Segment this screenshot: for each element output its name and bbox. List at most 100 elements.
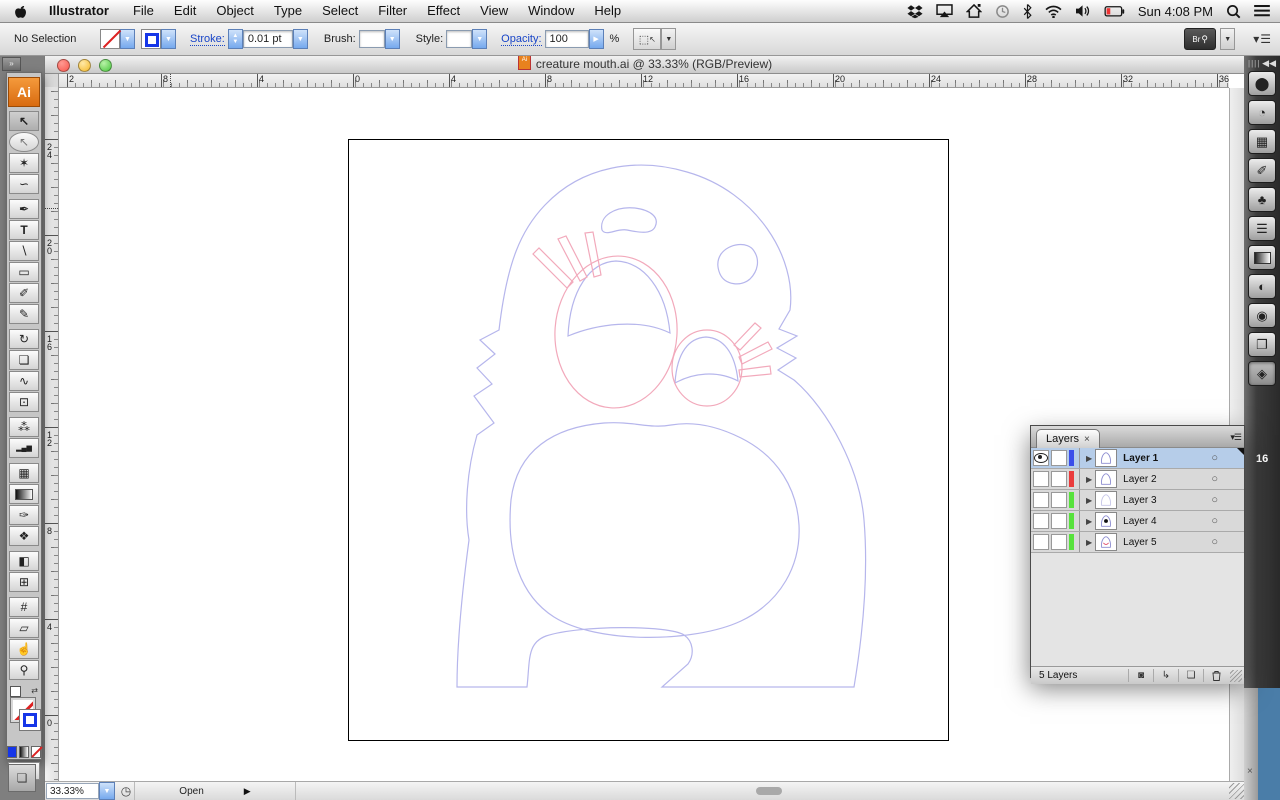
swatches-panel-button[interactable]: ▦: [1248, 129, 1276, 154]
color-guide-panel-button[interactable]: ◔: [1248, 100, 1276, 125]
spotlight-icon[interactable]: [1226, 4, 1241, 19]
layer-name[interactable]: Layer 4: [1123, 516, 1211, 527]
window-resize-grip[interactable]: [1229, 783, 1245, 799]
expand-triangle-icon[interactable]: ▶: [1086, 475, 1092, 484]
menu-list-icon[interactable]: [1254, 5, 1270, 17]
visibility-toggle[interactable]: [1033, 534, 1049, 550]
menu-select[interactable]: Select: [312, 0, 368, 22]
menu-effect[interactable]: Effect: [417, 0, 470, 22]
symbols-panel-button[interactable]: ♣: [1248, 187, 1276, 212]
layer-row[interactable]: ▶ Layer 2 ○: [1031, 469, 1244, 490]
swap-fill-stroke-icon[interactable]: ⇄: [31, 686, 38, 695]
stroke-weight-field[interactable]: 0.01 pt: [242, 30, 293, 48]
wifi-icon[interactable]: [1045, 5, 1062, 18]
toolbar-collapse-tab[interactable]: »: [2, 57, 21, 71]
stroke-weight-dropdown[interactable]: ▼: [292, 29, 308, 49]
zoom-level-dropdown[interactable]: ▼: [99, 782, 115, 800]
stroke-panel-button[interactable]: ☰: [1248, 216, 1276, 241]
selection-tool-button[interactable]: ↖: [9, 111, 39, 131]
warp-tool-button[interactable]: ∿: [9, 371, 39, 391]
pencil-tool-button[interactable]: ✎: [9, 304, 39, 324]
layer-name[interactable]: Layer 2: [1123, 474, 1211, 485]
dock-header[interactable]: |||| ◀◀: [1244, 55, 1280, 71]
type-tool-button[interactable]: T: [9, 220, 39, 240]
menu-object[interactable]: Object: [206, 0, 264, 22]
gradient-button[interactable]: [19, 746, 29, 758]
status-clock-icon[interactable]: ◷: [118, 783, 134, 799]
transparency-panel-button[interactable]: ◐: [1248, 274, 1276, 299]
select-similar-dropdown[interactable]: ▼: [661, 28, 677, 50]
scale-tool-button[interactable]: ❏: [9, 350, 39, 370]
none-button[interactable]: [31, 746, 41, 758]
rotate-tool-button[interactable]: ↻: [9, 329, 39, 349]
collapsed-panel-button[interactable]: ❏: [8, 764, 36, 792]
layer-row[interactable]: ▶ Layer 3 ○: [1031, 490, 1244, 511]
pen-tool-button[interactable]: ✒: [9, 199, 39, 219]
lock-toggle[interactable]: [1051, 450, 1067, 466]
menu-filter[interactable]: Filter: [368, 0, 417, 22]
volume-icon[interactable]: [1075, 4, 1091, 18]
expand-triangle-icon[interactable]: ▶: [1086, 454, 1092, 463]
stroke-swatch[interactable]: [141, 29, 161, 49]
live-paint-bucket-tool-button[interactable]: ◧: [9, 551, 39, 571]
style-select[interactable]: [446, 30, 473, 48]
stroke-weight-stepper[interactable]: ▲ ▼: [227, 29, 243, 49]
expand-triangle-icon[interactable]: ▶: [1086, 538, 1092, 547]
free-transform-tool-button[interactable]: ⊡: [9, 392, 39, 412]
layer-thumbnail[interactable]: [1095, 533, 1118, 551]
stroke-label[interactable]: Stroke:: [190, 33, 225, 46]
menu-help[interactable]: Help: [584, 0, 631, 22]
layers-empty-area[interactable]: [1031, 553, 1244, 667]
style-dropdown[interactable]: ▼: [472, 29, 488, 49]
layer-name[interactable]: Layer 5: [1123, 537, 1211, 548]
fill-swatch[interactable]: [100, 29, 120, 49]
target-circle[interactable]: ○: [1211, 494, 1218, 506]
horizontal-ruler[interactable]: 2 8 4 0 4 8 12 16 20 24 28 32 36: [59, 74, 1229, 88]
brush-select[interactable]: [358, 30, 385, 48]
new-sublayer-button[interactable]: ↳: [1153, 669, 1178, 682]
layers-tab[interactable]: Layers ×: [1036, 429, 1100, 448]
gradient-panel-button[interactable]: [1248, 245, 1276, 270]
menu-view[interactable]: View: [470, 0, 518, 22]
go-to-bridge-button[interactable]: Br ⚲: [1184, 28, 1217, 50]
tab-close-icon[interactable]: ×: [1084, 434, 1090, 445]
stroke-color-swatch[interactable]: [19, 709, 41, 731]
select-similar-button[interactable]: ⬚ ↖: [633, 28, 662, 50]
dropbox-icon[interactable]: [907, 4, 923, 19]
visibility-toggle[interactable]: [1033, 471, 1049, 487]
apple-menu[interactable]: [0, 4, 39, 19]
layer-thumbnail[interactable]: [1095, 491, 1118, 509]
layer-name[interactable]: Layer 1: [1123, 453, 1211, 464]
color-panel-button[interactable]: ⬤: [1248, 71, 1276, 96]
default-fill-stroke-icon[interactable]: [10, 686, 21, 697]
layer-thumbnail[interactable]: [1095, 449, 1118, 467]
layer-row[interactable]: ▶ Layer 1 ○: [1031, 448, 1244, 469]
airplay-icon[interactable]: [936, 4, 953, 18]
brush-dropdown[interactable]: ▼: [384, 29, 400, 49]
paintbrush-tool-button[interactable]: ✐: [9, 283, 39, 303]
expand-triangle-icon[interactable]: ▶: [1086, 517, 1092, 526]
layer-thumbnail[interactable]: [1095, 512, 1118, 530]
lock-toggle[interactable]: [1051, 513, 1067, 529]
layers-panel-header[interactable]: Layers × ▾☰: [1031, 426, 1244, 448]
lock-toggle[interactable]: [1051, 471, 1067, 487]
layer-thumbnail[interactable]: [1095, 470, 1118, 488]
delete-layer-button[interactable]: [1203, 669, 1228, 682]
menu-clock[interactable]: Sun 4:08 PM: [1138, 4, 1213, 19]
horizontal-scrollbar[interactable]: [296, 782, 1229, 800]
vertical-ruler[interactable]: 24 20 16 12 8 4 0: [45, 87, 59, 782]
visibility-toggle[interactable]: [1033, 513, 1049, 529]
panel-resize-grip[interactable]: [1230, 669, 1242, 682]
visibility-toggle[interactable]: [1033, 450, 1049, 466]
visibility-toggle[interactable]: [1033, 492, 1049, 508]
color-button[interactable]: [7, 746, 17, 758]
target-circle[interactable]: ○: [1211, 452, 1218, 464]
crop-area-tool-button[interactable]: #: [9, 597, 39, 617]
lock-toggle[interactable]: [1051, 534, 1067, 550]
menu-file[interactable]: File: [123, 0, 164, 22]
target-circle[interactable]: ○: [1211, 515, 1218, 527]
home-sync-icon[interactable]: [965, 4, 982, 18]
live-paint-selection-tool-button[interactable]: ⊞: [9, 572, 39, 592]
graphic-styles-panel-button[interactable]: ❐: [1248, 332, 1276, 357]
appearance-panel-button[interactable]: ◉: [1248, 303, 1276, 328]
